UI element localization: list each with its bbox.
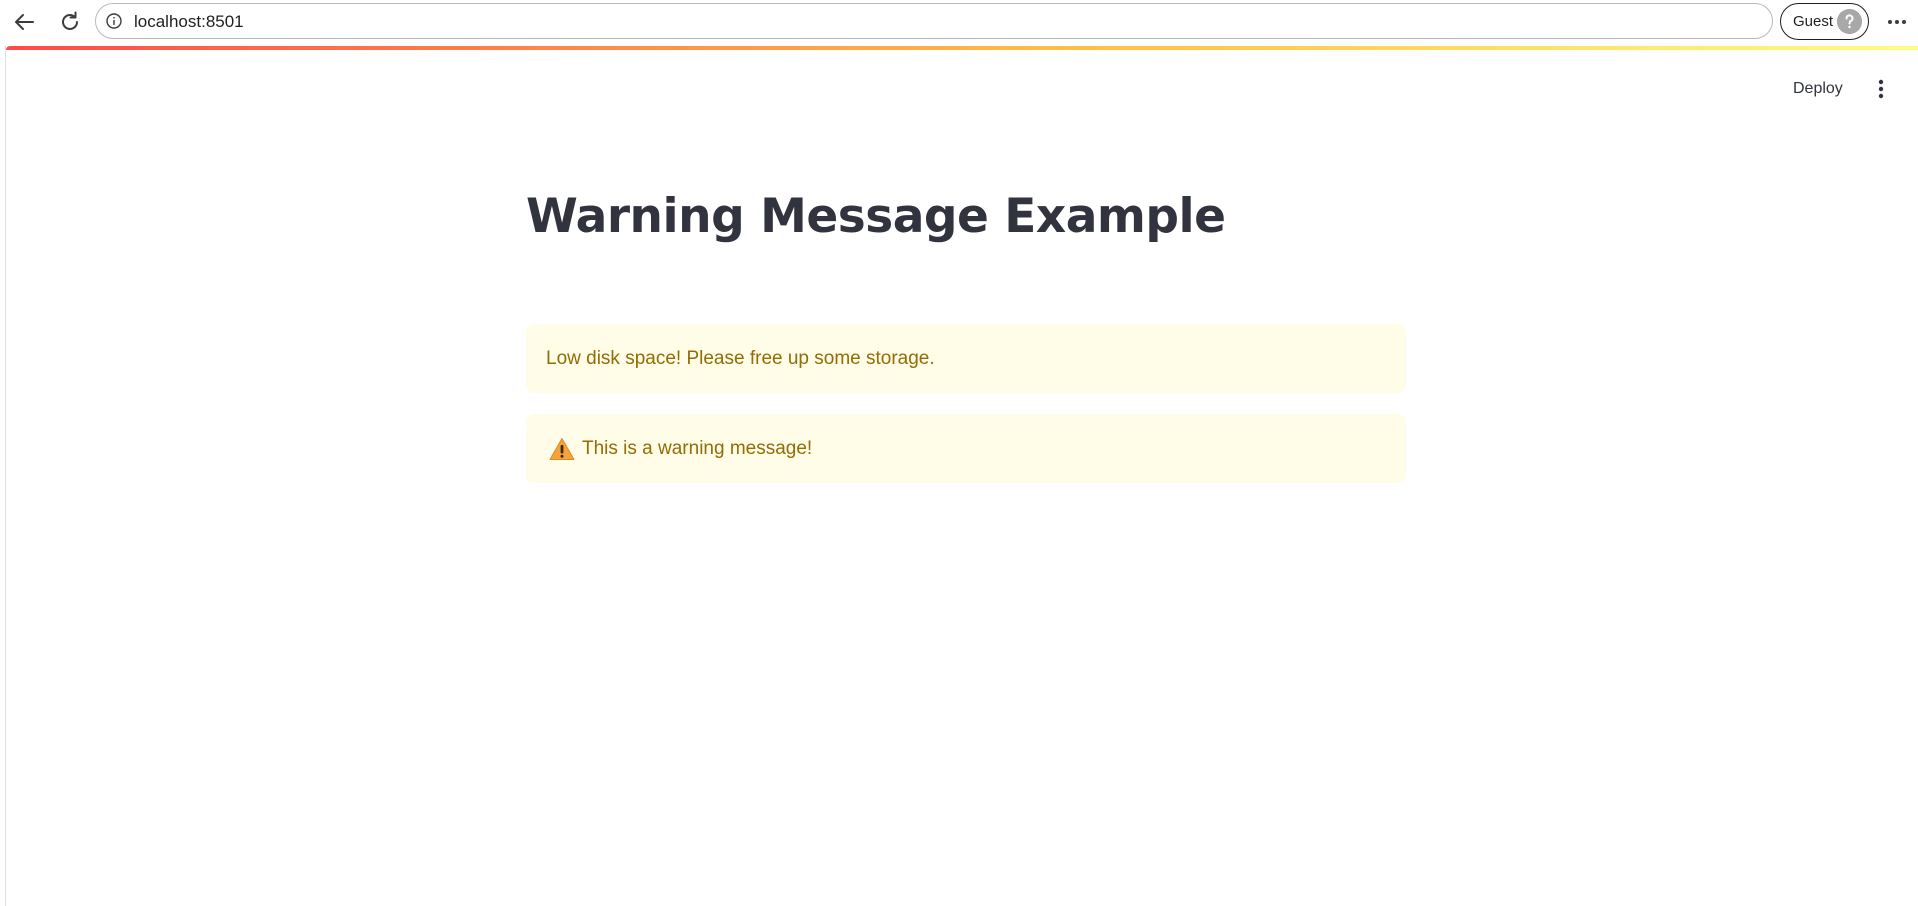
alert-text: Low disk space! Please free up some stor…: [546, 347, 935, 369]
back-button[interactable]: [8, 6, 40, 38]
alert-text: This is a warning message!: [582, 437, 813, 459]
warning-icon: [549, 437, 575, 460]
page-title: Warning Message Example: [526, 189, 1226, 244]
header-decoration: [6, 46, 1918, 50]
app-menu-button[interactable]: [1869, 73, 1893, 105]
profile-button[interactable]: Guest: [1780, 3, 1869, 40]
warning-alert: Low disk space! Please free up some stor…: [526, 324, 1406, 393]
browser-menu-button[interactable]: [1882, 8, 1912, 36]
guest-avatar-icon: [1837, 9, 1862, 34]
deploy-button[interactable]: Deploy: [1785, 73, 1851, 105]
site-info-icon[interactable]: [106, 13, 122, 29]
reload-button[interactable]: [54, 6, 86, 38]
more-vertical-icon: [1878, 79, 1884, 99]
browser-toolbar: localhost:8501 Guest: [0, 0, 1918, 45]
url-text: localhost:8501: [134, 12, 244, 31]
profile-label: Guest: [1793, 13, 1834, 30]
address-bar[interactable]: localhost:8501: [95, 3, 1773, 39]
reload-icon: [62, 11, 78, 30]
warning-alert-with-icon: This is a warning message!: [526, 414, 1406, 483]
back-arrow-icon: [15, 14, 34, 30]
app-frame: Deploy Warning Message Example Low disk …: [5, 46, 1918, 906]
more-horizontal-icon: [1888, 20, 1906, 24]
